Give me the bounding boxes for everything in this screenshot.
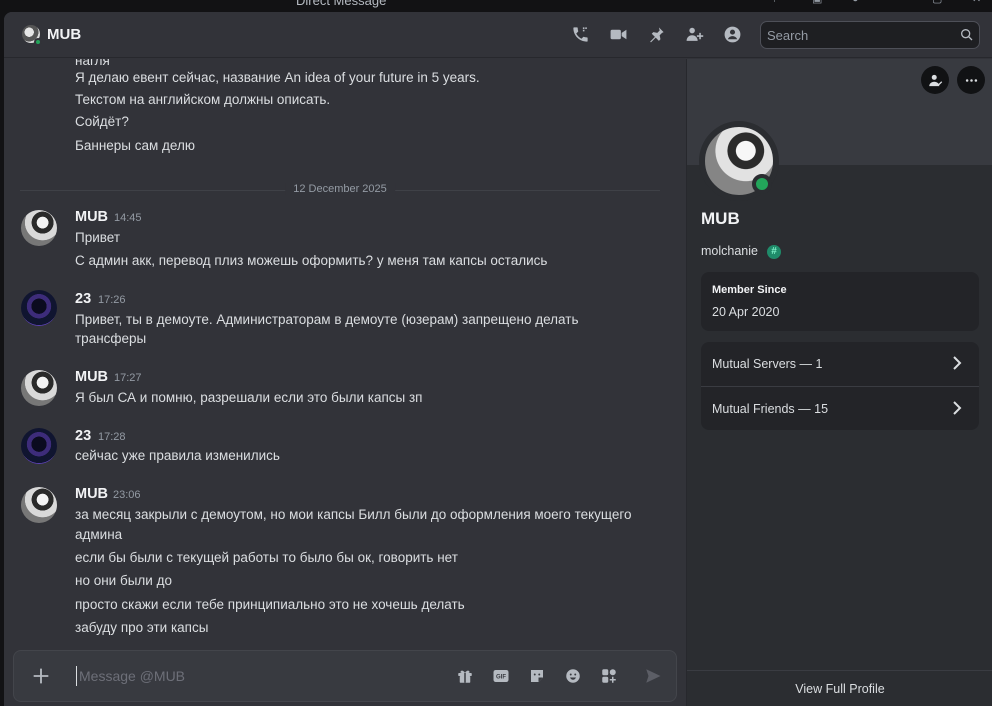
date-divider: 12 December 2025 xyxy=(20,183,660,195)
mutual-friends-label: Mutual Friends — 15 xyxy=(712,402,829,416)
avatar[interactable] xyxy=(21,290,57,326)
member-since-card: Member Since 20 Apr 2020 xyxy=(701,272,979,331)
user-profile-panel: MUB molchanie # Member Since 20 Apr 2020… xyxy=(686,59,992,706)
message-timestamp: 14:45 xyxy=(114,212,142,224)
online-status-icon xyxy=(34,38,42,46)
avatar[interactable] xyxy=(21,487,57,523)
header-toolbar xyxy=(570,24,742,44)
download-icon[interactable]: ▣ xyxy=(812,0,824,5)
mutual-friends-row[interactable]: Mutual Friends — 15 xyxy=(701,386,979,430)
member-since-date: 20 Apr 2020 xyxy=(712,305,780,319)
message-text-cut: нагля xyxy=(75,59,110,68)
sticker-icon[interactable] xyxy=(527,666,547,686)
window-title-bar: Direct Message ⚑ ▣ ● — ▢ ✕ xyxy=(0,0,992,12)
message-timestamp: 17:27 xyxy=(114,372,142,384)
message-author[interactable]: 23 xyxy=(75,291,91,307)
svg-text:GIF: GIF xyxy=(496,675,506,681)
add-friends-to-dm-icon[interactable] xyxy=(684,24,704,44)
maximize-icon[interactable]: ▢ xyxy=(932,0,944,5)
inbox-icon[interactable]: ⚑ xyxy=(772,0,784,5)
nitro-badge-icon[interactable]: # xyxy=(767,245,781,259)
friend-status-icon xyxy=(928,74,942,86)
profile-username: molchanie xyxy=(701,244,758,258)
message-text: просто скажи если тебе принципиально это… xyxy=(75,597,465,612)
view-full-profile-button[interactable]: View Full Profile xyxy=(795,682,884,696)
avatar[interactable] xyxy=(21,428,57,464)
message-text: Я был СА и помню, разрешали если это был… xyxy=(75,390,423,405)
minimize-icon[interactable]: — xyxy=(892,0,904,5)
profile-footer: View Full Profile xyxy=(687,670,992,706)
emoji-icon[interactable] xyxy=(563,666,583,686)
message-text: Привет xyxy=(75,230,121,245)
mutual-servers-label: Mutual Servers — 1 xyxy=(712,357,823,371)
more-options-button[interactable] xyxy=(957,66,985,94)
composer-toolbar: GIF xyxy=(455,666,619,686)
chevron-right-icon xyxy=(953,401,962,415)
user-profile-icon[interactable] xyxy=(722,24,742,44)
avatar[interactable] xyxy=(21,210,57,246)
message-text: С админ акк, перевод плиз можешь оформит… xyxy=(75,253,548,268)
apps-icon[interactable] xyxy=(599,666,619,686)
message-text: Привет, ты в демоуте. Администраторам в … xyxy=(75,312,579,327)
dm-window: MUB нагля Я делаю евент сейчас, xyxy=(4,12,992,706)
mutuals-card: Mutual Servers — 1 Mutual Friends — 15 xyxy=(701,342,979,430)
message-input[interactable] xyxy=(76,666,436,686)
message-text: забуду про эти капсы xyxy=(75,620,209,635)
member-since-label: Member Since xyxy=(712,284,787,296)
message-text: но они были до xyxy=(75,573,172,588)
help-icon[interactable]: ● xyxy=(852,0,864,5)
online-status-icon xyxy=(752,174,772,194)
message-timestamp: 17:26 xyxy=(98,294,126,306)
search-input[interactable] xyxy=(767,26,947,44)
more-options-icon xyxy=(965,78,977,82)
message-text: Баннеры сам делю xyxy=(75,138,195,153)
search-icon[interactable] xyxy=(959,27,975,43)
dm-header: MUB xyxy=(4,12,992,58)
message-list[interactable]: нагля Я делаю евент сейчас, название An … xyxy=(4,59,686,649)
window-title: Direct Message xyxy=(296,0,387,8)
chevron-right-icon xyxy=(953,356,962,370)
pinned-messages-icon[interactable] xyxy=(646,24,666,44)
close-window-icon[interactable]: ✕ xyxy=(972,0,984,5)
voice-call-icon[interactable] xyxy=(570,24,590,44)
avatar[interactable] xyxy=(21,370,57,406)
message-text: трансферы xyxy=(75,331,147,346)
message-text: Текстом на английском должны описать. xyxy=(75,92,331,107)
video-call-icon[interactable] xyxy=(608,24,628,44)
window-controls: ⚑ ▣ ● — ▢ ✕ xyxy=(772,0,984,5)
message-text: админа xyxy=(75,527,123,542)
gift-icon[interactable] xyxy=(455,666,475,686)
message-author[interactable]: 23 xyxy=(75,428,91,444)
message-text: за месяц закрыли с демоутом, но мои капс… xyxy=(75,507,632,522)
message-text: если бы были с текущей работы то было бы… xyxy=(75,550,458,565)
profile-display-name: MUB xyxy=(701,209,740,228)
message-author[interactable]: MUB xyxy=(75,209,108,225)
search-box[interactable] xyxy=(760,21,980,49)
mutual-servers-row[interactable]: Mutual Servers — 1 xyxy=(701,342,979,386)
message-timestamp: 17:28 xyxy=(98,431,126,443)
message-timestamp: 23:06 xyxy=(113,489,141,501)
add-attachment-icon[interactable] xyxy=(30,665,52,687)
dm-recipient-name[interactable]: MUB xyxy=(47,26,81,43)
add-friend-button[interactable] xyxy=(921,66,949,94)
message-author[interactable]: MUB xyxy=(75,486,108,502)
gif-icon[interactable]: GIF xyxy=(491,666,511,686)
send-icon[interactable] xyxy=(644,667,662,685)
message-text: Я делаю евент сейчас, название An idea o… xyxy=(75,70,480,85)
message-text: Сойдёт? xyxy=(75,114,129,129)
date-divider-label: 12 December 2025 xyxy=(285,183,395,195)
message-author[interactable]: MUB xyxy=(75,369,108,385)
message-text: сейчас уже правила изменились xyxy=(75,448,280,463)
message-composer: GIF xyxy=(13,650,677,702)
